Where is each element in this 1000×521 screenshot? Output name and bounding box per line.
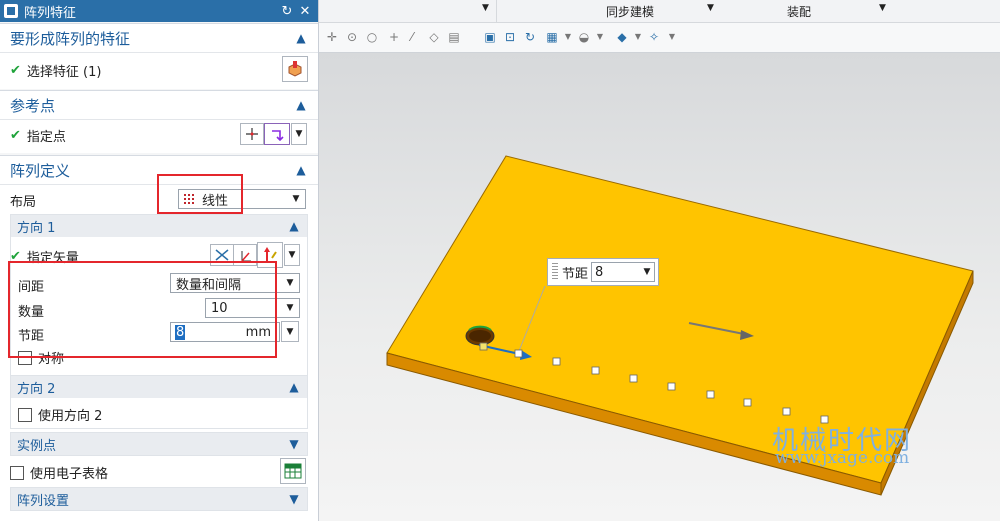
display-options-icon[interactable]: ✧ (647, 30, 661, 44)
feature-section-header[interactable]: 要形成阵列的特征 ▲ (0, 24, 318, 53)
layout-label: 布局 (10, 195, 37, 210)
chevron-down-icon[interactable]: ▼ (281, 278, 299, 288)
reference-section: 参考点 ▲ ✔ 指定点 ▼ (0, 90, 318, 153)
use-spreadsheet-label: 使用电子表格 (30, 467, 109, 482)
spreadsheet-button[interactable] (280, 458, 306, 484)
menu-sync-modeling[interactable]: 同步建模 (606, 3, 654, 20)
use-spreadsheet-row[interactable]: 使用电子表格 (10, 463, 108, 482)
line-icon[interactable]: ⁄ (405, 30, 419, 44)
circle-point-icon[interactable]: ⊙ (345, 30, 359, 44)
instance-points-subsection: 实例点 ▼ (10, 432, 308, 456)
pitch-dropdown[interactable]: ▼ (281, 321, 299, 342)
chevron-down-icon[interactable]: ▼ (879, 3, 886, 13)
chevron-down-icon[interactable]: ▼ (593, 30, 607, 44)
render-icon[interactable]: ▦ (545, 30, 559, 44)
snap-icon[interactable]: ◇ (427, 30, 441, 44)
onscreen-pitch-label: 节距 (562, 266, 589, 282)
chevron-down-icon[interactable]: ▼ (561, 30, 575, 44)
chevron-down-icon[interactable]: ▼ (287, 194, 305, 204)
toolbar: ✛ ⊙ ○ + ⁄ ◇ ▤ ▣ ⊡ ↻ ▦ ▼ ◒ ▼ ◆ ▼ ✧ ▼ (319, 23, 1000, 53)
chevron-up-icon[interactable]: ▲ (287, 219, 301, 233)
inferred-point-icon (272, 130, 284, 141)
direction2-header[interactable]: 方向 2 ▲ (11, 376, 307, 398)
chevron-down-icon[interactable]: ▼ (287, 492, 301, 506)
onscreen-pitch-field[interactable]: 8 ▼ (591, 262, 656, 282)
plus-icon[interactable]: + (387, 30, 401, 44)
close-icon[interactable]: ✕ (296, 4, 314, 19)
point-inference-button[interactable] (264, 123, 290, 145)
zoom-fit-icon[interactable]: ▣ (483, 30, 497, 44)
check-icon: ✔ (10, 63, 21, 78)
dialog-title: 阵列特征 (24, 5, 77, 21)
select-feature-label: 选择特征 (1) (26, 65, 102, 80)
watermark-url: www.jxage.com (775, 448, 910, 468)
circle-icon[interactable]: ○ (365, 30, 379, 44)
instance-points-title: 实例点 (17, 438, 57, 454)
chevron-down-icon[interactable]: ▼ (665, 30, 679, 44)
use-direction2-checkbox[interactable] (18, 407, 32, 422)
point-dialog-button[interactable] (240, 123, 264, 145)
pattern-feature-dialog: 阵列特征 ↻ ✕ 要形成阵列的特征 ▲ ✔ 选择特征 (1) 参考点 ▲ ✔ 指… (0, 0, 319, 521)
chevron-up-icon[interactable]: ▲ (294, 31, 308, 45)
instance-points-header[interactable]: 实例点 ▼ (11, 433, 307, 455)
reference-section-title: 参考点 (10, 96, 56, 115)
vector-axes-icon (241, 251, 251, 262)
select-feature-button[interactable] (282, 56, 308, 82)
chevron-down-icon[interactable]: ▼ (707, 3, 714, 13)
vector-type-dropdown[interactable]: ▼ (284, 244, 300, 266)
pitch-onscreen-input[interactable]: 节距 8 ▼ (547, 258, 659, 286)
feature-section: 要形成阵列的特征 ▲ ✔ 选择特征 (1) (0, 23, 318, 89)
direction2-title: 方向 2 (17, 381, 56, 397)
layout-highlight-box (157, 174, 243, 214)
pattern-settings-subsection: 阵列设置 ▼ (10, 487, 308, 511)
menu-assembly[interactable]: 装配 (787, 3, 811, 20)
feature-section-title: 要形成阵列的特征 (10, 29, 131, 48)
feature-cube-icon (288, 61, 302, 77)
check-icon: ✔ (10, 128, 21, 143)
dialog-titlebar: 阵列特征 ↻ ✕ (0, 0, 318, 22)
chevron-down-icon[interactable]: ▼ (482, 3, 489, 13)
use-direction2-label: 使用方向 2 (38, 409, 103, 424)
point-crosshair-icon (246, 128, 258, 140)
use-spreadsheet-checkbox[interactable] (10, 465, 24, 480)
reference-section-header[interactable]: 参考点 ▲ (0, 91, 318, 120)
menu-bar: ▼ 同步建模 ▼ 装配 ▼ (319, 0, 1000, 23)
zoom-window-icon[interactable]: ⊡ (503, 30, 517, 44)
spacing-highlight-box (8, 261, 277, 358)
view-style-icon[interactable]: ◒ (577, 30, 591, 44)
direction1-title: 方向 1 (17, 220, 56, 236)
chevron-down-icon[interactable]: ▼ (631, 30, 645, 44)
reset-icon[interactable]: ↻ (278, 4, 296, 19)
onscreen-pitch-value: 8 (595, 264, 604, 280)
spreadsheet-icon (284, 463, 302, 479)
move-icon[interactable]: ✛ (325, 30, 339, 44)
chevron-up-icon[interactable]: ▲ (294, 163, 308, 177)
use-direction2-row[interactable]: 使用方向 2 (18, 405, 102, 424)
reverse-direction-icon (215, 249, 229, 261)
point-type-dropdown[interactable]: ▼ (291, 123, 307, 145)
direction1-header[interactable]: 方向 1 ▲ (11, 215, 307, 237)
pattern-settings-title: 阵列设置 (17, 493, 70, 509)
layout-row: 布局 (10, 191, 36, 210)
chevron-down-icon[interactable]: ▼ (281, 303, 299, 313)
pattern-settings-header[interactable]: 阵列设置 ▼ (11, 488, 307, 510)
select-feature-row[interactable]: ✔ 选择特征 (1) (10, 61, 101, 80)
rotate-icon[interactable]: ↻ (523, 30, 537, 44)
pattern-definition-title: 阵列定义 (10, 161, 71, 180)
drag-handle[interactable] (552, 263, 558, 281)
chevron-down-icon[interactable]: ▼ (640, 267, 654, 277)
app-icon (4, 4, 18, 18)
chevron-up-icon[interactable]: ▲ (294, 98, 308, 112)
specify-point-row[interactable]: ✔ 指定点 (10, 126, 66, 145)
doc-icon[interactable]: ▤ (447, 30, 461, 44)
specify-point-label: 指定点 (26, 130, 66, 145)
chevron-up-icon[interactable]: ▲ (287, 380, 301, 394)
cube-view-icon[interactable]: ◆ (615, 30, 629, 44)
chevron-down-icon[interactable]: ▼ (287, 437, 301, 451)
